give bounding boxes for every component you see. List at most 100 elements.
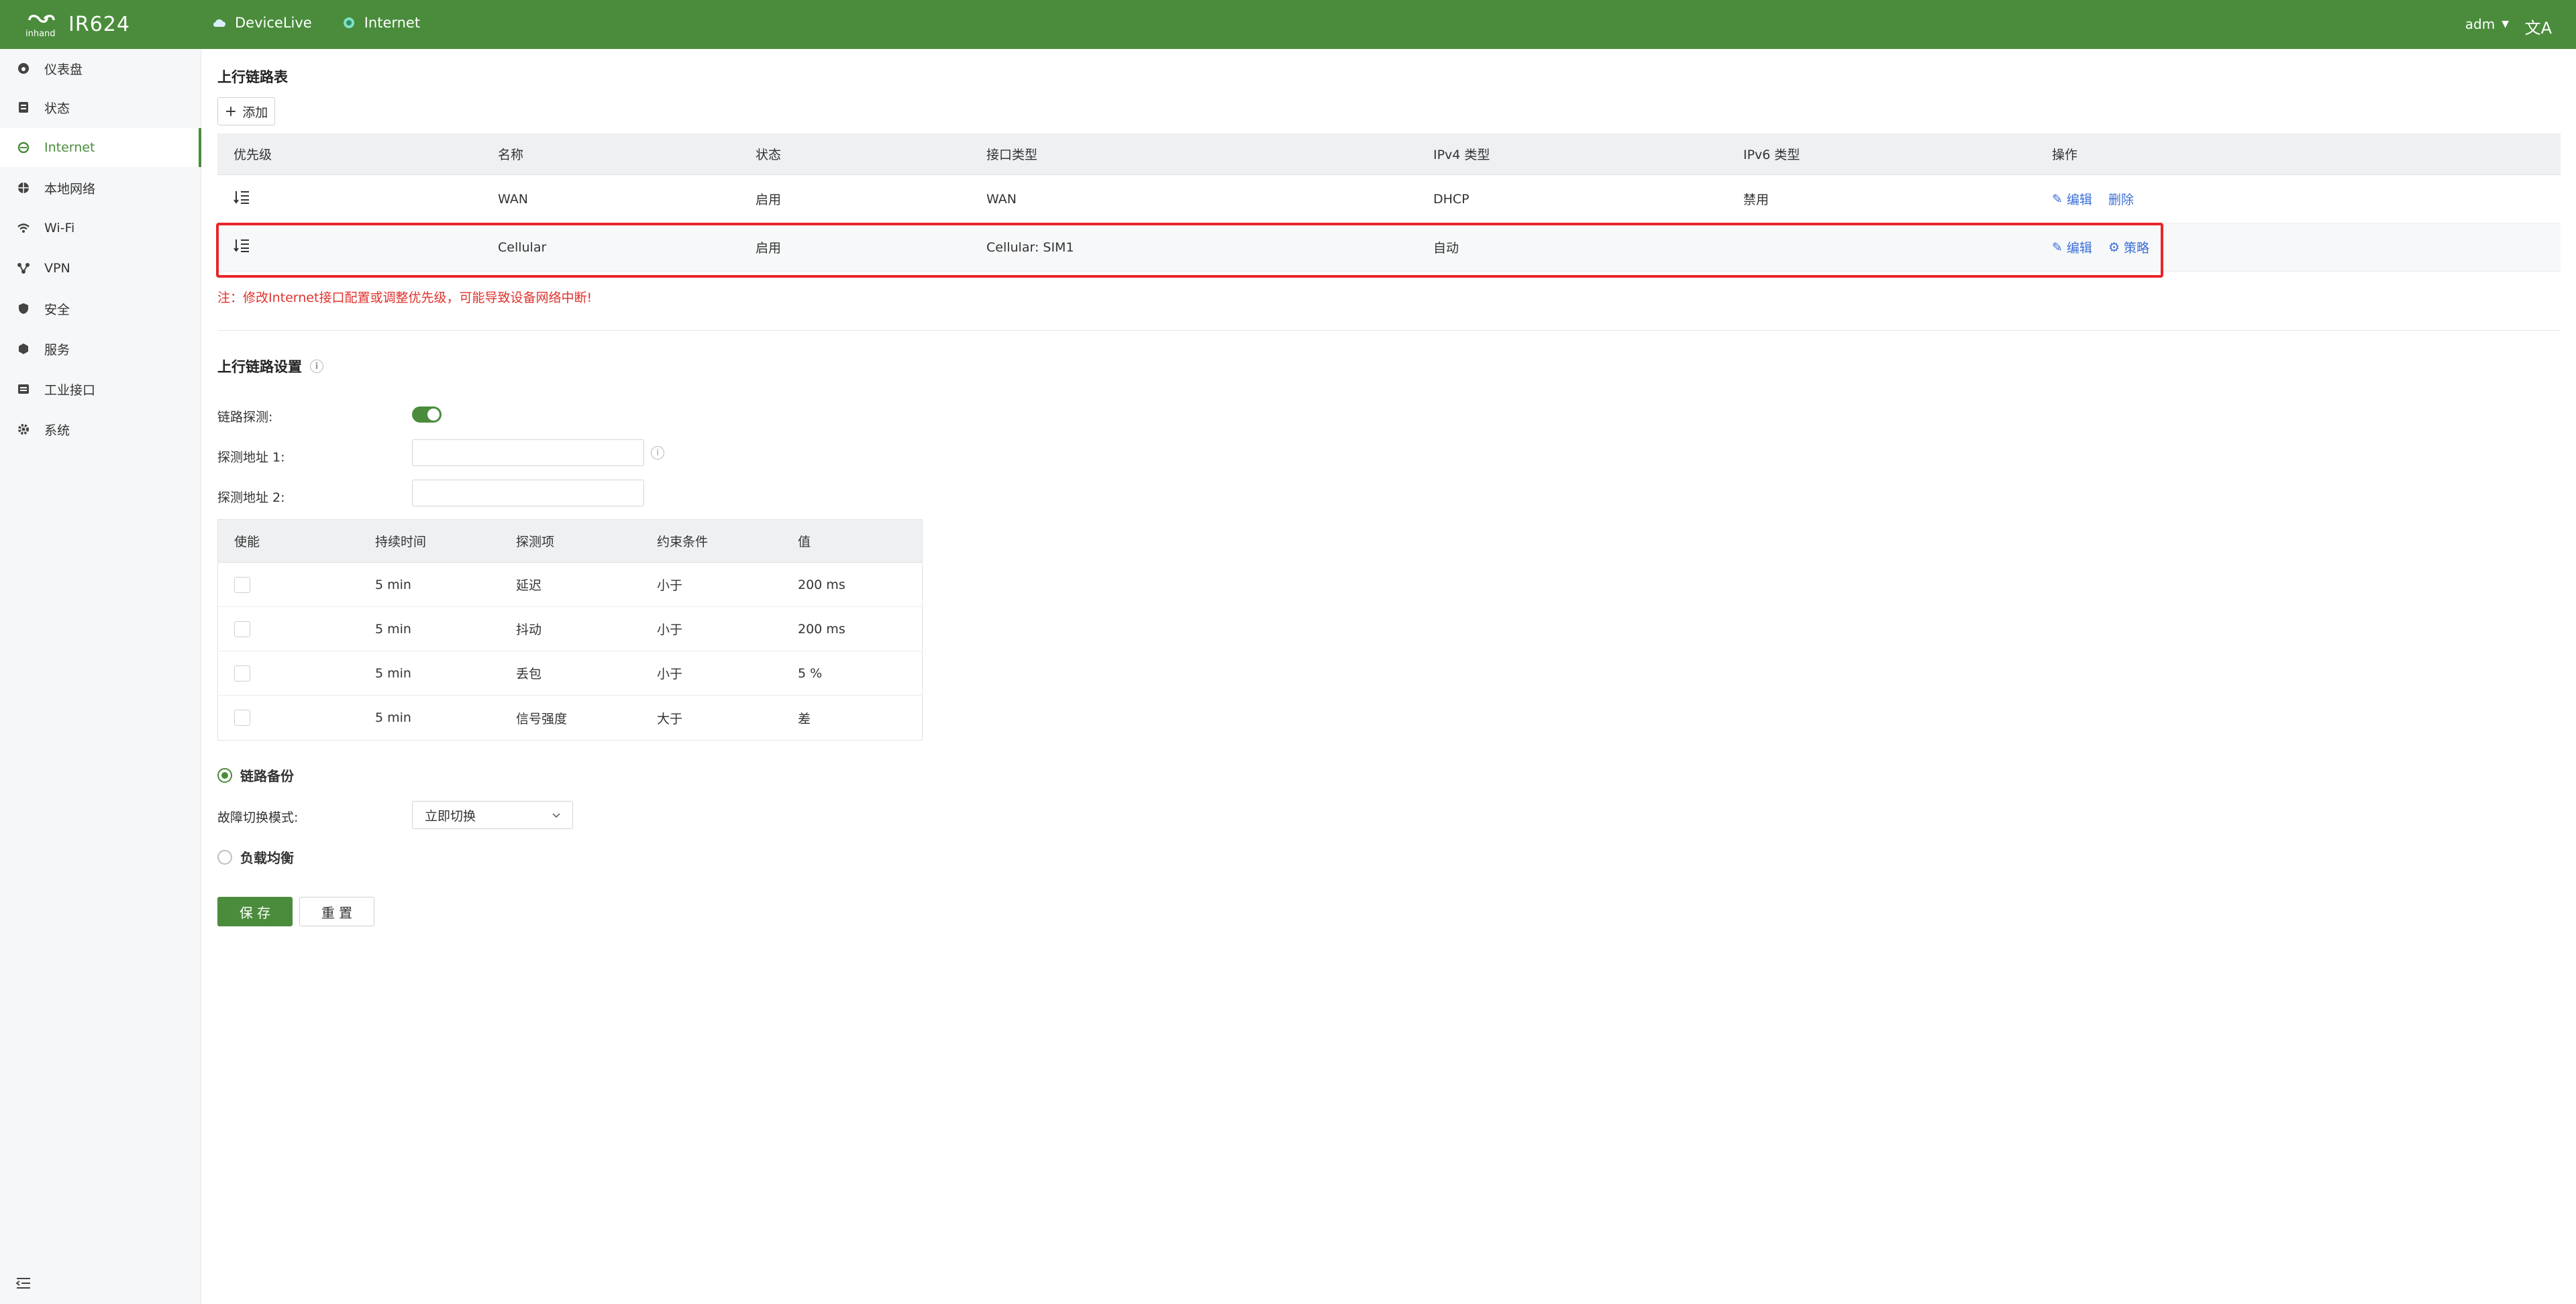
- user-menu[interactable]: adm ▼: [2465, 16, 2509, 32]
- uplink-table: 优先级 名称 状态 接口类型 IPv4 类型 IPv6 类型 操作 WAN 启用…: [217, 133, 2561, 272]
- delete-button[interactable]: 删除: [2108, 190, 2134, 208]
- policy-label: 策略: [2123, 241, 2149, 256]
- nav-devicelive-label: DeviceLive: [235, 15, 312, 31]
- chevron-down-icon: [552, 813, 560, 818]
- row-actions: ✎ 编辑 删除: [2036, 190, 2561, 208]
- add-uplink-label: 添加: [242, 105, 268, 120]
- gear-icon: ⚙: [2108, 239, 2120, 255]
- nav-internet[interactable]: Internet: [342, 15, 420, 31]
- gear-icon: [16, 422, 31, 437]
- failover-label: 故障切换模式:: [217, 810, 299, 825]
- plus-icon: +: [224, 103, 238, 120]
- info-icon[interactable]: i: [651, 446, 664, 459]
- sidebar-item-label: 服务: [44, 342, 70, 358]
- table-row: 5 min 延迟 小于 200 ms: [218, 563, 922, 607]
- policy-button[interactable]: ⚙ 策略: [2108, 238, 2149, 256]
- cell-value: 200 ms: [798, 577, 845, 592]
- cell-duration: 5 min: [375, 710, 411, 725]
- load-balance-option[interactable]: 负载均衡: [217, 847, 294, 867]
- add-uplink-button[interactable]: + 添加: [217, 97, 275, 125]
- status-icon: [16, 100, 31, 115]
- drag-sort-icon[interactable]: [217, 190, 482, 208]
- cell-condition: 小于: [657, 622, 683, 637]
- sidebar-item-label: VPN: [44, 261, 70, 276]
- col-actions: 操作: [2052, 148, 2078, 162]
- enable-checkbox[interactable]: [234, 576, 250, 593]
- drag-sort-icon[interactable]: [217, 238, 482, 256]
- cell-probe-item: 丢包: [516, 667, 542, 682]
- table-row: WAN 启用 WAN DHCP 禁用 ✎ 编辑 删除: [217, 175, 2561, 223]
- enable-checkbox[interactable]: [234, 665, 250, 682]
- table-row: 5 min 信号强度 大于 差: [218, 696, 922, 740]
- sidebar-item-label: Wi-Fi: [44, 221, 75, 235]
- cell-value: 5 %: [798, 665, 823, 681]
- top-nav: DeviceLive Internet: [212, 15, 420, 31]
- edit-label: 编辑: [2066, 241, 2092, 256]
- sidebar-item-security[interactable]: 安全: [0, 289, 201, 328]
- edit-button[interactable]: ✎ 编辑: [2052, 238, 2092, 256]
- failover-mode-select[interactable]: 立即切换: [412, 801, 573, 829]
- col-value: 值: [798, 535, 811, 549]
- cell-ipv4: 自动: [1433, 241, 1459, 256]
- sidebar-item-service[interactable]: 服务: [0, 329, 201, 368]
- col-enable: 使能: [234, 535, 260, 549]
- cell-probe-item: 延迟: [516, 578, 542, 593]
- cloud-icon: [213, 19, 225, 28]
- col-name: 名称: [498, 148, 524, 162]
- logo[interactable]: inhand IR624: [24, 9, 130, 40]
- cell-condition: 大于: [657, 711, 683, 726]
- link-backup-radio[interactable]: [217, 767, 232, 783]
- cell-interface: WAN: [986, 191, 1017, 207]
- failover-mode-value: 立即切换: [425, 808, 476, 824]
- edit-icon: ✎: [2052, 191, 2063, 207]
- service-icon: [16, 341, 31, 356]
- translate-icon[interactable]: 文A: [2525, 15, 2552, 38]
- globe-icon: [343, 17, 354, 28]
- top-header: inhand IR624 DeviceLive Internet adm ▼ 文…: [0, 0, 2576, 49]
- cell-probe-item: 信号强度: [516, 711, 568, 726]
- probe-label: 链路探测:: [217, 410, 273, 425]
- col-ipv4-type: IPv4 类型: [1433, 148, 1490, 162]
- sidebar-item-label: 仪表盘: [44, 62, 83, 77]
- col-duration: 持续时间: [375, 535, 427, 549]
- load-balance-label: 负载均衡: [240, 850, 294, 866]
- uplink-table-title: 上行链路表: [217, 69, 288, 85]
- link-backup-option[interactable]: 链路备份: [217, 765, 294, 785]
- product-name: IR624: [68, 12, 130, 36]
- sidebar-item-status[interactable]: 状态: [0, 88, 201, 127]
- sidebar-item-dashboard[interactable]: 仪表盘: [0, 49, 201, 88]
- col-interface-type: 接口类型: [986, 148, 1038, 162]
- sidebar-item-system[interactable]: 系统: [0, 410, 201, 449]
- internet-icon: [16, 140, 31, 155]
- collapse-menu-icon[interactable]: [15, 1274, 32, 1292]
- info-icon[interactable]: i: [310, 360, 323, 373]
- save-button[interactable]: 保 存: [217, 897, 293, 926]
- edit-label: 编辑: [2066, 193, 2092, 207]
- section-divider: [217, 330, 2561, 331]
- sidebar-item-internet[interactable]: Internet: [0, 128, 201, 167]
- probe-addr2-input[interactable]: [412, 480, 644, 506]
- cell-value: 差: [798, 711, 811, 726]
- enable-checkbox[interactable]: [234, 710, 250, 726]
- cell-probe-item: 抖动: [516, 622, 542, 637]
- sidebar-item-industrial[interactable]: 工业接口: [0, 370, 201, 409]
- sidebar-item-vpn[interactable]: VPN: [0, 249, 201, 288]
- cell-status: 启用: [756, 193, 782, 207]
- inhand-logo-icon: inhand: [25, 15, 56, 39]
- cell-duration: 5 min: [375, 621, 411, 637]
- uplink-settings-title: 上行链路设置: [217, 359, 302, 375]
- sidebar-item-local-network[interactable]: 本地网络: [0, 168, 201, 207]
- probe-addr1-label: 探测地址 1:: [217, 450, 285, 465]
- sidebar-item-label: Internet: [44, 140, 95, 155]
- cell-value: 200 ms: [798, 621, 845, 637]
- probe-addr1-input[interactable]: [412, 439, 644, 466]
- sidebar-item-wifi[interactable]: Wi-Fi: [0, 209, 201, 248]
- probe-table: 使能 持续时间 探测项 约束条件 值 5 min 延迟 小于 200 ms 5 …: [217, 519, 923, 741]
- nav-devicelive[interactable]: DeviceLive: [212, 15, 312, 31]
- probe-toggle[interactable]: [412, 406, 442, 423]
- table-row: Cellular 启用 Cellular: SIM1 自动 ✎ 编辑 ⚙ 策略: [217, 223, 2561, 272]
- load-balance-radio[interactable]: [217, 849, 232, 865]
- reset-button[interactable]: 重 置: [299, 897, 374, 926]
- enable-checkbox[interactable]: [234, 620, 250, 637]
- edit-button[interactable]: ✎ 编辑: [2052, 190, 2092, 208]
